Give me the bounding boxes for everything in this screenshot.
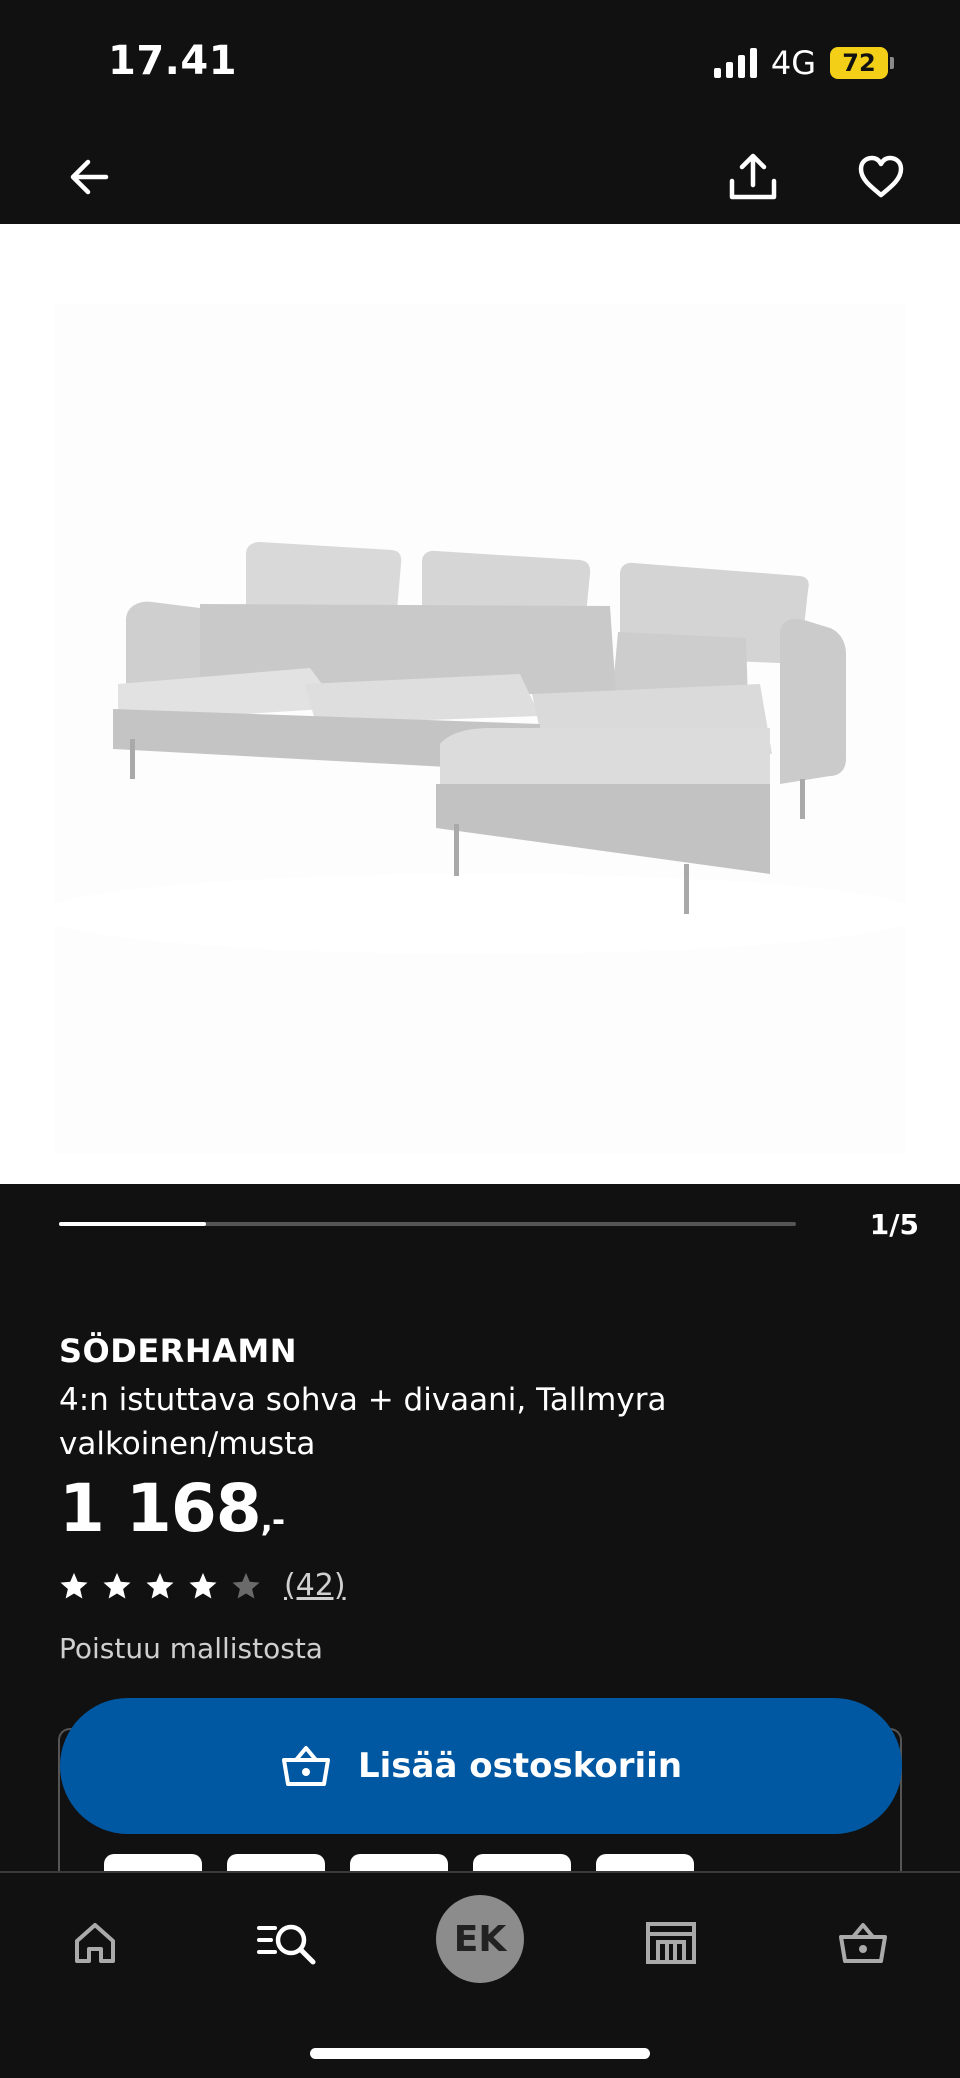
network-type: 4G xyxy=(770,44,816,82)
carousel-counter: 1/5 xyxy=(869,1208,919,1241)
status-indicators: 4G 72 xyxy=(713,44,894,82)
sofa-image xyxy=(40,304,920,1154)
price-value: 1 168 xyxy=(59,1470,262,1547)
star-filled-icon xyxy=(146,1572,174,1598)
search-list-icon xyxy=(257,1924,316,1965)
carousel-progress xyxy=(59,1222,796,1226)
star-filled-icon xyxy=(189,1572,217,1598)
star-empty-icon xyxy=(232,1572,260,1598)
home-icon xyxy=(75,1923,115,1963)
arrow-left-icon xyxy=(70,159,109,195)
star-filled-icon xyxy=(60,1572,88,1598)
product-price: 1 168 ,- xyxy=(59,1470,285,1547)
tab-cart[interactable] xyxy=(818,1903,908,1983)
status-bar: 17.41 4G 72 xyxy=(0,0,960,130)
back-button[interactable] xyxy=(54,142,124,212)
battery-level: 72 xyxy=(830,47,888,79)
bottom-tab-bar: EK xyxy=(0,1871,960,2078)
review-count-link[interactable]: (42) xyxy=(284,1568,346,1603)
add-to-cart-label: Lisää ostoskoriin xyxy=(357,1746,683,1786)
star-filled-icon xyxy=(103,1572,131,1598)
add-to-cart-button[interactable]: Lisää ostoskoriin xyxy=(60,1698,902,1834)
price-suffix: ,- xyxy=(260,1501,285,1539)
product-image[interactable] xyxy=(0,224,960,1184)
basket-icon xyxy=(839,1923,887,1963)
product-rating[interactable]: (42) xyxy=(59,1568,346,1603)
share-icon xyxy=(729,153,777,200)
heart-icon xyxy=(858,155,904,198)
tab-profile-avatar[interactable]: EK xyxy=(436,1895,524,1983)
favorite-button[interactable] xyxy=(846,142,916,212)
tab-home[interactable] xyxy=(50,1903,140,1983)
home-indicator xyxy=(310,2048,650,2059)
tab-search[interactable] xyxy=(243,1903,333,1983)
product-description: 4:n istuttava sohva + divaani, Tallmyra … xyxy=(59,1382,667,1462)
carousel-progress-fill xyxy=(59,1222,207,1226)
battery-icon: 72 xyxy=(830,47,894,79)
store-icon xyxy=(646,1922,696,1964)
availability-status: Poistuu mallistosta xyxy=(59,1632,323,1665)
top-nav xyxy=(0,130,960,224)
status-time: 17.41 xyxy=(108,38,238,84)
basket-icon xyxy=(281,1746,330,1786)
signal-icon xyxy=(713,48,757,78)
rating-stars xyxy=(59,1571,261,1601)
product-brand: SÖDERHAMN xyxy=(59,1332,297,1370)
tab-stores[interactable] xyxy=(626,1903,716,1983)
share-button[interactable] xyxy=(718,142,788,212)
